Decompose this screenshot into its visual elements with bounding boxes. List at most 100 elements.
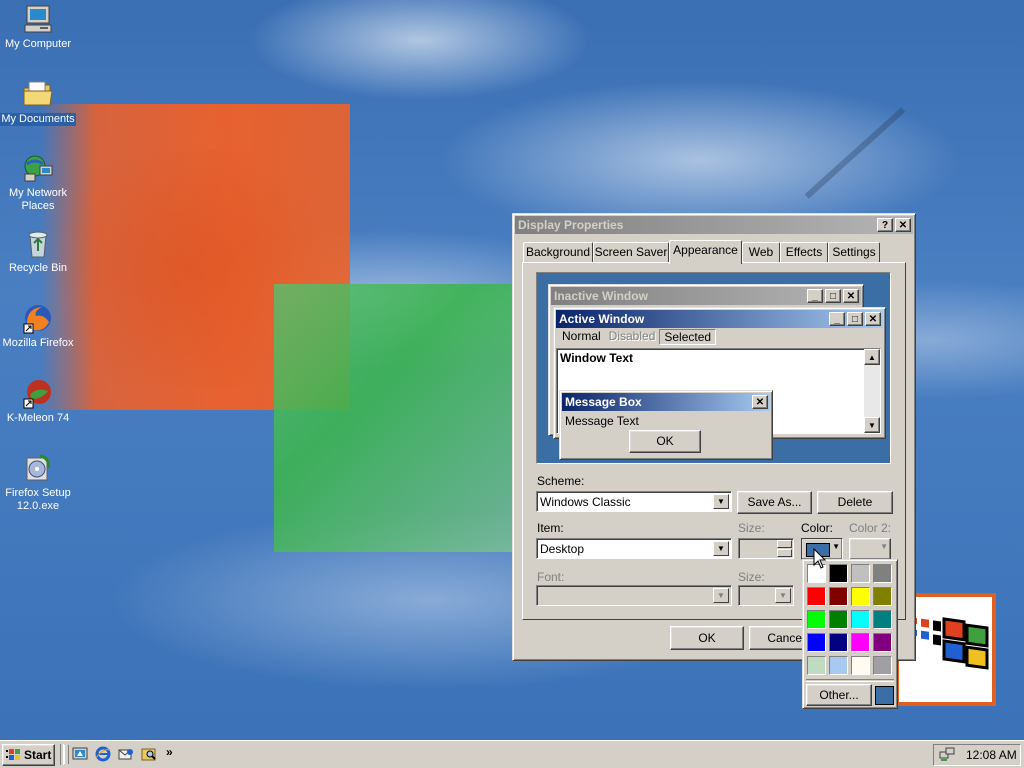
chevron-down-icon: ▼ bbox=[713, 541, 729, 556]
close-button[interactable]: ✕ bbox=[895, 218, 911, 232]
desktop-icon-firefox-setup[interactable]: Firefox Setup 12.0.exe bbox=[0, 452, 76, 513]
preview-menu-selected: Selected bbox=[659, 329, 717, 345]
save-as-button[interactable]: Save As... bbox=[737, 491, 812, 514]
color-swatch[interactable] bbox=[807, 633, 826, 652]
installer-icon bbox=[22, 452, 54, 484]
outlook-express-icon[interactable] bbox=[118, 746, 134, 762]
maximize-icon: □ bbox=[847, 312, 863, 326]
firefox-icon bbox=[22, 302, 54, 334]
color-swatch[interactable] bbox=[851, 564, 870, 583]
desktop-icon-recycle-bin[interactable]: Recycle Bin bbox=[0, 227, 76, 275]
color-swatch[interactable] bbox=[829, 633, 848, 652]
font-size-select[interactable]: ▼ bbox=[738, 585, 794, 606]
delete-button[interactable]: Delete bbox=[817, 491, 893, 514]
color-swatch[interactable] bbox=[829, 564, 848, 583]
tab-background[interactable]: Background bbox=[523, 242, 593, 262]
current-color-swatch bbox=[875, 686, 894, 705]
preview-inactive-titlebar: Inactive Window _ □ ✕ bbox=[551, 287, 861, 305]
maximize-icon: □ bbox=[825, 289, 841, 303]
font-label: Font: bbox=[537, 570, 565, 584]
tab-effects[interactable]: Effects bbox=[780, 242, 828, 262]
minimize-icon: _ bbox=[807, 289, 823, 303]
window-titlebar[interactable]: Display Properties ? ✕ bbox=[515, 216, 913, 234]
item-size-spinner[interactable] bbox=[738, 538, 794, 559]
desktop-icon-label: My Computer bbox=[4, 38, 72, 50]
window-title: Display Properties bbox=[518, 218, 624, 232]
item-select[interactable]: Desktop ▼ bbox=[536, 538, 732, 559]
color-swatch[interactable] bbox=[807, 610, 826, 629]
color-label: Color: bbox=[801, 521, 834, 535]
desktop-icon-k-meleon[interactable]: K-Meleon 74 bbox=[0, 377, 76, 425]
color-swatch[interactable] bbox=[873, 610, 892, 629]
preview-message-box: Message Box ✕ Message Text OK bbox=[559, 390, 773, 460]
font-size-label: Size: bbox=[738, 570, 765, 584]
color-swatch[interactable] bbox=[873, 564, 892, 583]
color-swatch[interactable] bbox=[851, 633, 870, 652]
computer-icon bbox=[22, 3, 54, 35]
color-swatch[interactable] bbox=[829, 656, 848, 675]
preview-active-titlebar: Active Window _ □ ✕ bbox=[556, 310, 883, 328]
chevron-down-icon: ▼ bbox=[713, 494, 729, 509]
quick-launch-chevron[interactable]: » bbox=[166, 745, 173, 759]
desktop-icon-label: K-Meleon 74 bbox=[6, 412, 70, 424]
color-swatch[interactable] bbox=[851, 587, 870, 606]
desktop-icon-mozilla-firefox[interactable]: Mozilla Firefox bbox=[0, 302, 76, 350]
network-connection-icon[interactable] bbox=[939, 747, 955, 763]
explorer-search-icon[interactable] bbox=[141, 746, 157, 762]
color-swatch[interactable] bbox=[829, 587, 848, 606]
close-icon: ✕ bbox=[865, 312, 881, 326]
desktop-icon-label: My Network Places bbox=[8, 187, 68, 212]
color-swatch[interactable] bbox=[873, 656, 892, 675]
preview-window-text: Window Text bbox=[560, 351, 633, 365]
tab-appearance[interactable]: Appearance bbox=[669, 240, 742, 264]
preview-menu-bar: Normal Disabled Selected bbox=[558, 329, 717, 345]
tab-web[interactable]: Web bbox=[742, 242, 780, 262]
item-label: Item: bbox=[537, 521, 564, 535]
desktop-icon-my-computer[interactable]: My Computer bbox=[0, 3, 76, 51]
preview-msgbox-titlebar: Message Box ✕ bbox=[562, 393, 770, 411]
chevron-down-icon: ▼ bbox=[775, 588, 791, 603]
taskbar-grip bbox=[64, 745, 69, 764]
color2-label: Color 2: bbox=[849, 521, 892, 535]
desktop-icon-my-documents[interactable]: My Documents bbox=[0, 78, 76, 126]
color-swatch[interactable] bbox=[873, 633, 892, 652]
size-label: Size: bbox=[738, 521, 765, 535]
spin-down-icon bbox=[777, 549, 792, 557]
close-icon: ✕ bbox=[752, 395, 768, 409]
chevron-down-icon: ▼ bbox=[832, 542, 840, 551]
tab-screen-saver[interactable]: Screen Saver bbox=[593, 242, 669, 262]
color-swatch[interactable] bbox=[851, 656, 870, 675]
scroll-down-icon: ▼ bbox=[864, 417, 880, 433]
mouse-cursor-icon bbox=[813, 548, 827, 569]
desktop-icon-my-network-places[interactable]: My Network Places bbox=[0, 152, 76, 213]
color-swatch[interactable] bbox=[829, 610, 848, 629]
chevron-down-icon: ▼ bbox=[880, 542, 888, 551]
scroll-up-icon: ▲ bbox=[864, 349, 880, 365]
color-swatch[interactable] bbox=[851, 610, 870, 629]
help-button[interactable]: ? bbox=[877, 218, 893, 232]
font-select[interactable]: ▼ bbox=[536, 585, 732, 606]
internet-explorer-icon[interactable] bbox=[95, 746, 111, 762]
spin-up-icon bbox=[777, 540, 792, 548]
tab-settings[interactable]: Settings bbox=[828, 242, 880, 262]
wallpaper-green-square bbox=[274, 284, 514, 552]
start-button[interactable]: Start bbox=[2, 744, 55, 766]
preview-menu-disabled: Disabled bbox=[608, 329, 656, 343]
scheme-label: Scheme: bbox=[537, 474, 585, 488]
other-colors-button[interactable]: Other... bbox=[806, 684, 872, 706]
desktop-icon-label: Recycle Bin bbox=[8, 262, 68, 274]
divider bbox=[806, 679, 894, 682]
scheme-select[interactable]: Windows Classic ▼ bbox=[536, 491, 732, 512]
close-icon: ✕ bbox=[843, 289, 859, 303]
show-desktop-icon[interactable] bbox=[72, 746, 88, 762]
color2-picker-button[interactable]: ▼ bbox=[849, 538, 891, 560]
color-swatch[interactable] bbox=[807, 587, 826, 606]
preview-menu-normal: Normal bbox=[562, 329, 601, 343]
desktop-icon-label: Firefox Setup 12.0.exe bbox=[5, 487, 71, 512]
desktop-icon-label: Mozilla Firefox bbox=[2, 337, 74, 349]
network-icon bbox=[22, 152, 54, 184]
color-swatch[interactable] bbox=[807, 656, 826, 675]
color-swatch[interactable] bbox=[873, 587, 892, 606]
ok-button[interactable]: OK bbox=[670, 626, 744, 650]
clock[interactable]: 12:08 AM bbox=[966, 748, 1017, 762]
